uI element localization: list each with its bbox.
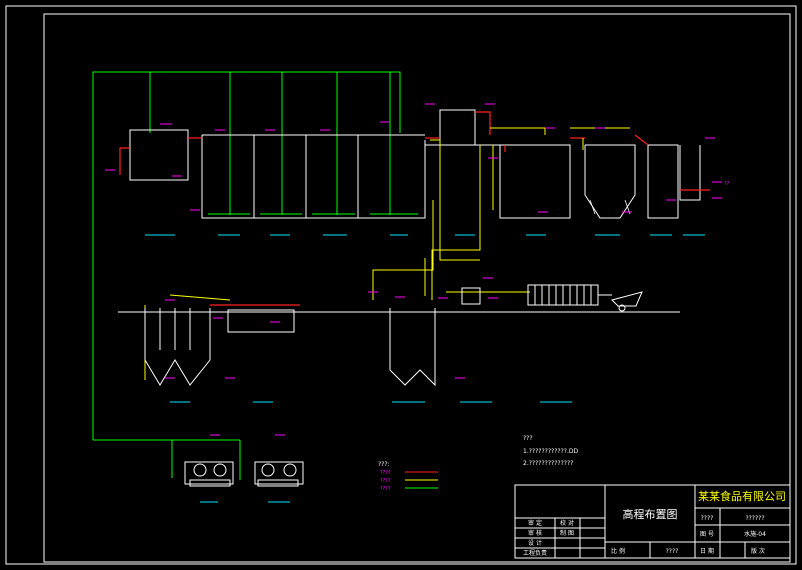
blowers [184, 461, 304, 487]
drawing-title: 高程布置图 [623, 507, 678, 521]
row-label-3: 工程负责 [523, 549, 547, 557]
legend-label-water: ???? [380, 470, 391, 476]
notes-heading: ??? [523, 435, 533, 442]
company-name: 某某食品有限公司 [698, 489, 786, 503]
notes-line-1: 1.????????????.DD [523, 448, 578, 455]
project-value: ?????? [745, 515, 764, 522]
date-label: 日 期 [700, 547, 714, 555]
dosing-tank [461, 287, 481, 305]
drawing-no-label: 图 号 [700, 531, 714, 538]
legend-title: ???: [378, 461, 390, 468]
scale-label: 比 例 [611, 547, 625, 555]
cad-drawing: 某某食品有限公司 高程布置图 ???? ?????? 图 号 水施-04 审 定… [0, 0, 802, 570]
diagram-svg: 某某食品有限公司 高程布置图 ???? ?????? 图 号 水施-04 审 定… [5, 5, 797, 565]
filter-press [527, 284, 643, 312]
outlet-label: ?? [724, 181, 730, 187]
version-label: 版 次 [751, 547, 765, 555]
air-line-network [92, 71, 418, 480]
tank-sludge-storage [227, 309, 295, 333]
row-right-0: 校 对 [560, 519, 574, 527]
tank-air-float [439, 109, 476, 146]
drawing-no-value: 水施-04 [744, 530, 766, 538]
row-label-1: 审 核 [528, 529, 542, 537]
row-label-2: 设 计 [528, 539, 542, 547]
legend [405, 471, 438, 489]
water-line-top [119, 111, 710, 306]
bottom-tanks [144, 287, 481, 387]
tank-regulation [129, 129, 189, 181]
tank-filter [647, 144, 679, 219]
project-label: ???? [701, 515, 714, 522]
legend-label-sludge: ???? [380, 478, 391, 484]
sludge-line-network [144, 127, 630, 380]
legend-label-air: ???? [380, 486, 391, 492]
row-label-0: 审 定 [528, 519, 542, 527]
row-right-1: 制 图 [560, 529, 574, 537]
outer-frame [5, 5, 797, 565]
top-tanks [129, 109, 701, 219]
notes-line-2: 2.?????????????? [523, 460, 573, 467]
bottom-mid: ???? [666, 548, 679, 555]
